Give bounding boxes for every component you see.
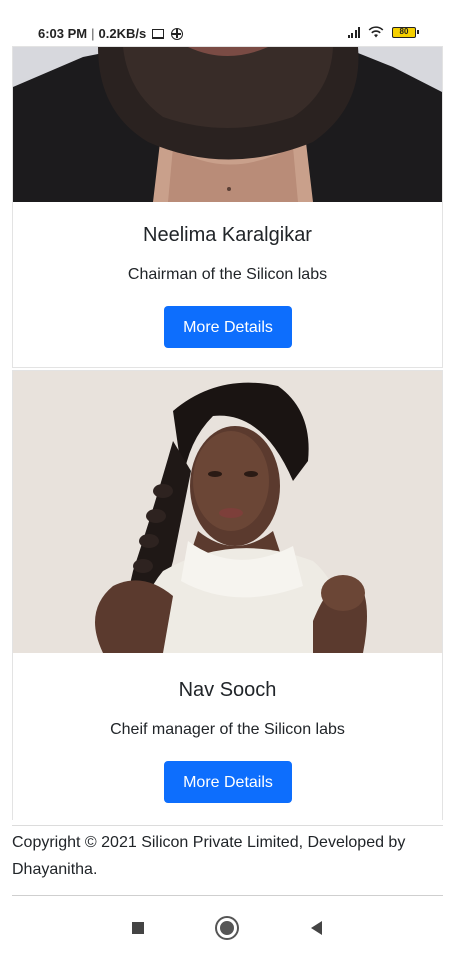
- vpn-globe-icon: [171, 28, 184, 40]
- profile-photo: [13, 371, 442, 653]
- status-right: 80: [347, 26, 419, 38]
- more-details-button[interactable]: More Details: [164, 761, 292, 803]
- woman-portrait-photo: [13, 371, 442, 653]
- profile-name: Nav Sooch: [178, 679, 277, 701]
- profile-role: Chairman of the Silicon labs: [127, 266, 328, 283]
- status-separator: |: [91, 26, 95, 41]
- profile-card: Neelima Karalgikar Chairman of the Silic…: [12, 46, 443, 368]
- footer-divider: [12, 825, 443, 826]
- profile-card: Nav Sooch Cheif manager of the Silicon l…: [12, 370, 443, 820]
- profile-role: Cheif manager of the Silicon labs: [110, 721, 345, 738]
- battery-level: 80: [399, 26, 409, 36]
- footer-copyright: Copyright © 2021 Silicon Private Limited…: [12, 834, 406, 878]
- back-triangle-icon[interactable]: [296, 908, 336, 948]
- home-circle-icon[interactable]: [207, 908, 247, 948]
- battery-icon: 80: [392, 26, 419, 38]
- signal-icon: [347, 26, 360, 38]
- recents-square-icon[interactable]: [118, 908, 158, 948]
- bearded-man-photo: [13, 47, 442, 202]
- system-nav-bar: [0, 896, 472, 970]
- screen-icon: [152, 29, 165, 39]
- status-time: 6:03 PM: [38, 26, 88, 41]
- status-bar: 6:03 PM | 0.2KB/s 80: [0, 0, 472, 46]
- status-left: 6:03 PM | 0.2KB/s: [38, 26, 184, 42]
- status-net-speed: 0.2KB/s: [98, 26, 147, 41]
- profile-name: Neelima Karalgikar: [143, 224, 312, 246]
- more-details-button[interactable]: More Details: [164, 306, 292, 348]
- profile-photo: [13, 47, 442, 202]
- wifi-icon: [368, 26, 384, 38]
